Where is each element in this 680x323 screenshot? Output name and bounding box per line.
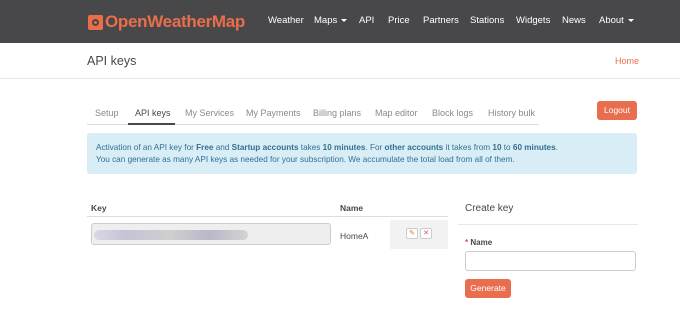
info-alert: Activation of an API key for Free and St…	[87, 133, 637, 174]
alert-text: it takes from	[443, 143, 493, 152]
alert-text: to	[501, 143, 513, 152]
name-field-label: * Name	[465, 238, 492, 247]
alert-bold: 10 minutes	[322, 143, 366, 152]
alert-line-2: You can generate as many API keys as nee…	[96, 155, 515, 164]
alert-bold: Startup accounts	[231, 143, 299, 152]
tab-block-logs[interactable]: Block logs	[432, 108, 473, 118]
chevron-down-icon	[627, 18, 634, 22]
account-tabs: Setup API keys My Services My Payments B…	[87, 103, 539, 125]
tab-billing-plans[interactable]: Billing plans	[313, 108, 361, 118]
table-header-divider	[87, 216, 448, 217]
generate-button[interactable]: Generate	[465, 279, 511, 298]
active-tab-indicator	[128, 123, 175, 125]
logout-button[interactable]: Logout	[597, 101, 637, 120]
nav-item-maps-label: Maps	[314, 15, 338, 26]
nav-item-news[interactable]: News	[562, 15, 586, 26]
api-key-name: HomeA	[340, 231, 369, 241]
nav-item-api[interactable]: API	[359, 15, 374, 26]
row-actions: ✎ ✕	[390, 220, 448, 249]
edit-icon[interactable]: ✎	[406, 228, 418, 239]
alert-text: Activation of an API key for	[96, 143, 197, 152]
nav-item-stations[interactable]: Stations	[470, 15, 504, 26]
alert-bold: 10	[492, 143, 502, 152]
brand-name: OpenWeatherMap	[105, 12, 246, 31]
create-key-title: Create key	[465, 203, 514, 214]
alert-text: takes	[298, 143, 323, 152]
create-key-divider	[458, 224, 638, 225]
column-header-name: Name	[340, 203, 364, 213]
nav-item-about-label: About	[599, 15, 624, 26]
nav-item-maps[interactable]: Maps	[314, 15, 348, 26]
tab-my-payments[interactable]: My Payments	[246, 108, 301, 118]
breadcrumb-home-link[interactable]: Home	[615, 56, 639, 66]
chevron-down-icon	[341, 18, 348, 22]
page-title: API keys	[87, 54, 137, 68]
sun-logo-icon	[88, 14, 103, 30]
nav-item-price[interactable]: Price	[388, 15, 410, 26]
nav-item-weather[interactable]: Weather	[268, 15, 304, 26]
key-name-input[interactable]	[465, 251, 636, 271]
tab-map-editor[interactable]: Map editor	[375, 108, 418, 118]
top-navbar: OpenWeatherMap Weather Maps API Price Pa…	[0, 0, 680, 43]
delete-icon[interactable]: ✕	[420, 228, 432, 239]
alert-text: and	[213, 143, 232, 152]
nav-item-partners[interactable]: Partners	[423, 15, 459, 26]
alert-bold: 60 minutes	[512, 143, 556, 152]
nav-item-about[interactable]: About	[599, 15, 634, 26]
tab-my-services[interactable]: My Services	[185, 108, 234, 118]
tab-setup[interactable]: Setup	[95, 108, 119, 118]
alert-bold: Free	[196, 143, 214, 152]
column-header-key: Key	[91, 203, 107, 213]
alert-text: . For	[365, 143, 385, 152]
name-label-text: Name	[470, 238, 493, 247]
brand-logo[interactable]: OpenWeatherMap	[88, 12, 246, 31]
alert-line-1: Activation of an API key for Free and St…	[96, 142, 637, 154]
page-header: API keys Home	[0, 43, 680, 79]
tab-api-keys[interactable]: API keys	[135, 108, 171, 118]
alert-text: .	[555, 143, 558, 152]
required-mark: *	[465, 238, 469, 247]
api-key-field[interactable]	[91, 223, 331, 245]
nav-item-widgets[interactable]: Widgets	[516, 15, 550, 26]
tab-history-bulk[interactable]: History bulk	[488, 108, 535, 118]
alert-bold: other accounts	[384, 143, 444, 152]
redacted-api-key	[94, 230, 248, 240]
